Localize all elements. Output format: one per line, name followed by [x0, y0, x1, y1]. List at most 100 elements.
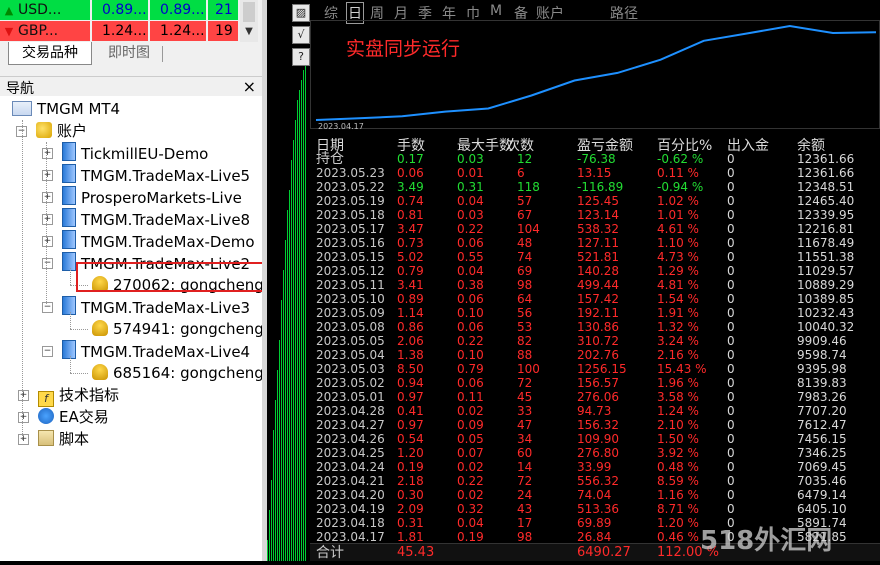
expand-icon[interactable]: +: [18, 390, 29, 401]
cell-lots: 2.18: [397, 474, 424, 488]
help-icon[interactable]: ?: [292, 48, 310, 66]
table-row[interactable]: 2023.04.19 2.09 0.32 43 513.36 8.71 % 0 6405.10: [310, 502, 880, 516]
cell-bal: 12339.95: [797, 208, 855, 222]
chart-toolbar: ▨ √ ?: [290, 0, 310, 70]
table-row[interactable]: 持仓 0.17 0.03 12 -76.38 -0.62 % 0 12361.66: [310, 152, 880, 166]
tree-account-label: 685164: gongcheng: [113, 364, 262, 382]
tree-root[interactable]: TMGM MT4: [12, 98, 120, 120]
table-row[interactable]: 2023.05.15 5.02 0.55 74 521.81 4.73 % 0 11551.3…: [310, 250, 880, 264]
cell-pl: 109.90: [577, 432, 619, 446]
expand-icon[interactable]: +: [42, 170, 53, 181]
expand-icon[interactable]: +: [42, 192, 53, 203]
close-icon[interactable]: ×: [243, 77, 256, 96]
table-row[interactable]: 2023.05.08 0.86 0.06 53 130.86 1.32 % 0 10040.3…: [310, 320, 880, 334]
tree-section-label: 技术指标: [59, 386, 120, 404]
scroll-down-icon[interactable]: ▼: [240, 26, 258, 37]
cell-max: 0.06: [457, 376, 484, 390]
tree-section[interactable]: 脚本: [38, 428, 89, 450]
account-icon: [92, 364, 108, 380]
candles-svg: [267, 60, 306, 561]
tree-server[interactable]: TMGM.TradeMax-Live4: [62, 340, 250, 362]
symbol-cell[interactable]: ▼ GBP...: [0, 21, 90, 41]
chart-mode-icon[interactable]: ▨: [292, 4, 310, 22]
tree-section[interactable]: f 技术指标: [38, 384, 120, 407]
server-icon: [62, 208, 76, 227]
table-row[interactable]: 2023.04.26 0.54 0.05 34 109.90 1.50 % 0 7456.15: [310, 432, 880, 446]
tree-section[interactable]: EA交易: [38, 406, 109, 428]
check-icon[interactable]: √: [292, 26, 310, 44]
cell-pl: 157.42: [577, 292, 619, 306]
table-row[interactable]: 2023.05.18 0.81 0.03 67 123.14 1.01 % 0 12339.9…: [310, 208, 880, 222]
tree-server[interactable]: TMGM.TradeMax-Live3: [62, 296, 250, 318]
table-row[interactable]: 2023.04.24 0.19 0.02 14 33.99 0.48 % 0 7069.45: [310, 460, 880, 474]
tree-server[interactable]: TickmillEU-Demo: [62, 142, 208, 164]
market-watch-row[interactable]: ▲ USD... 0.89... 0.89... 21: [0, 0, 258, 20]
cell-date: 2023.05.10: [316, 292, 385, 306]
tree-server[interactable]: ProsperoMarkets-Live: [62, 186, 242, 208]
total-lots: 45.43: [397, 545, 435, 560]
tab-symbols[interactable]: 交易品种: [8, 42, 92, 65]
cell-date: 2023.05.15: [316, 250, 385, 264]
cell-pl: 499.44: [577, 278, 619, 292]
table-row[interactable]: 2023.05.01 0.97 0.11 45 276.06 3.58 % 0 7983.26: [310, 390, 880, 404]
cell-io: 0: [727, 208, 735, 222]
table-row[interactable]: 2023.05.17 3.47 0.22 104 538.32 4.61 % 0 12216.…: [310, 222, 880, 236]
cell-pl: 26.84: [577, 530, 612, 544]
table-row[interactable]: 2023.05.22 3.49 0.31 118 -116.89 -0.94 % 0 1234…: [310, 180, 880, 194]
candle-bar: [279, 340, 280, 561]
collapse-icon[interactable]: −: [42, 346, 53, 357]
cell-pct: 3.58 %: [657, 390, 699, 404]
table-row[interactable]: 2023.05.12 0.79 0.04 69 140.28 1.29 % 0 11029.5…: [310, 264, 880, 278]
expand-icon[interactable]: +: [42, 236, 53, 247]
cell-count: 98: [517, 530, 533, 544]
collapse-icon[interactable]: −: [42, 258, 53, 269]
table-row[interactable]: 2023.05.03 8.50 0.79 100 1256.15 15.43 % 0 9395…: [310, 362, 880, 376]
market-watch-scrollbar[interactable]: ▼: [240, 0, 258, 42]
tree-server[interactable]: TMGM.TradeMax-Live5: [62, 164, 250, 186]
cell-date: 2023.04.28: [316, 404, 385, 418]
expand-icon[interactable]: +: [42, 214, 53, 225]
report-tab[interactable]: M: [490, 3, 502, 19]
cell-lots: 1.38: [397, 348, 424, 362]
cell-count: 45: [517, 390, 533, 404]
cell-max: 0.02: [457, 460, 484, 474]
scroll-thumb[interactable]: [243, 2, 255, 22]
cell-date: 2023.05.02: [316, 376, 385, 390]
cell-lots: 0.73: [397, 236, 424, 250]
table-row[interactable]: 2023.05.11 3.41 0.38 98 499.44 4.81 % 0 10889.2…: [310, 278, 880, 292]
cell-max: 0.11: [457, 390, 484, 404]
table-row[interactable]: 2023.05.09 1.14 0.10 56 192.11 1.91 % 0 10232.4…: [310, 306, 880, 320]
tree-accounts[interactable]: 账户: [36, 120, 87, 142]
table-row[interactable]: 2023.05.19 0.74 0.04 57 125.45 1.02 % 0 12465.4…: [310, 194, 880, 208]
table-row[interactable]: 2023.04.27 0.97 0.09 47 156.32 2.10 % 0 7612.47: [310, 418, 880, 432]
collapse-icon[interactable]: −: [42, 302, 53, 313]
market-watch-row[interactable]: ▼ GBP... 1.24... 1.24... 19: [0, 21, 258, 41]
table-row[interactable]: 2023.04.25 1.20 0.07 60 276.80 3.92 % 0 7346.25: [310, 446, 880, 460]
table-row[interactable]: 2023.05.10 0.89 0.06 64 157.42 1.54 % 0 10389.8…: [310, 292, 880, 306]
symbol-cell[interactable]: ▲ USD...: [0, 0, 90, 20]
expand-icon[interactable]: +: [42, 148, 53, 159]
table-row[interactable]: 2023.05.05 2.06 0.22 82 310.72 3.24 % 0 9909.46: [310, 334, 880, 348]
cell-io: 0: [727, 264, 735, 278]
tab-tick-chart[interactable]: 即时图: [96, 42, 162, 64]
candle-bar: [287, 210, 288, 561]
table-row[interactable]: 2023.04.21 2.18 0.22 72 556.32 8.59 % 0 7035.46: [310, 474, 880, 488]
chart-caption: 实盘同步运行: [346, 38, 461, 60]
expand-icon[interactable]: +: [18, 434, 29, 445]
cell-count: 98: [517, 278, 533, 292]
expand-icon[interactable]: +: [18, 412, 29, 423]
tree-server[interactable]: TMGM.TradeMax-Demo: [62, 230, 255, 252]
table-row[interactable]: 2023.05.04 1.38 0.10 88 202.76 2.16 % 0 9598.74: [310, 348, 880, 362]
cell-io: 0: [727, 166, 735, 180]
tree-server[interactable]: TMGM.TradeMax-Live8: [62, 208, 250, 230]
tree-account[interactable]: 574941: gongcheng: [92, 318, 262, 340]
table-row[interactable]: 2023.04.28 0.41 0.02 33 94.73 1.24 % 0 7707.20: [310, 404, 880, 418]
table-row[interactable]: 2023.05.23 0.06 0.01 6 13.15 0.11 % 0 12361.66: [310, 166, 880, 180]
table-row[interactable]: 2023.05.16 0.73 0.06 48 127.11 1.10 % 0 11678.4…: [310, 236, 880, 250]
table-row[interactable]: 2023.04.20 0.30 0.02 24 74.04 1.16 % 0 6479.14: [310, 488, 880, 502]
table-row[interactable]: 2023.05.02 0.94 0.06 72 156.57 1.96 % 0 8139.83: [310, 376, 880, 390]
cell-count: 33: [517, 404, 533, 418]
cell-count: 72: [517, 376, 533, 390]
spread-cell: 21: [208, 0, 238, 20]
tree-account[interactable]: 685164: gongcheng: [92, 362, 262, 384]
